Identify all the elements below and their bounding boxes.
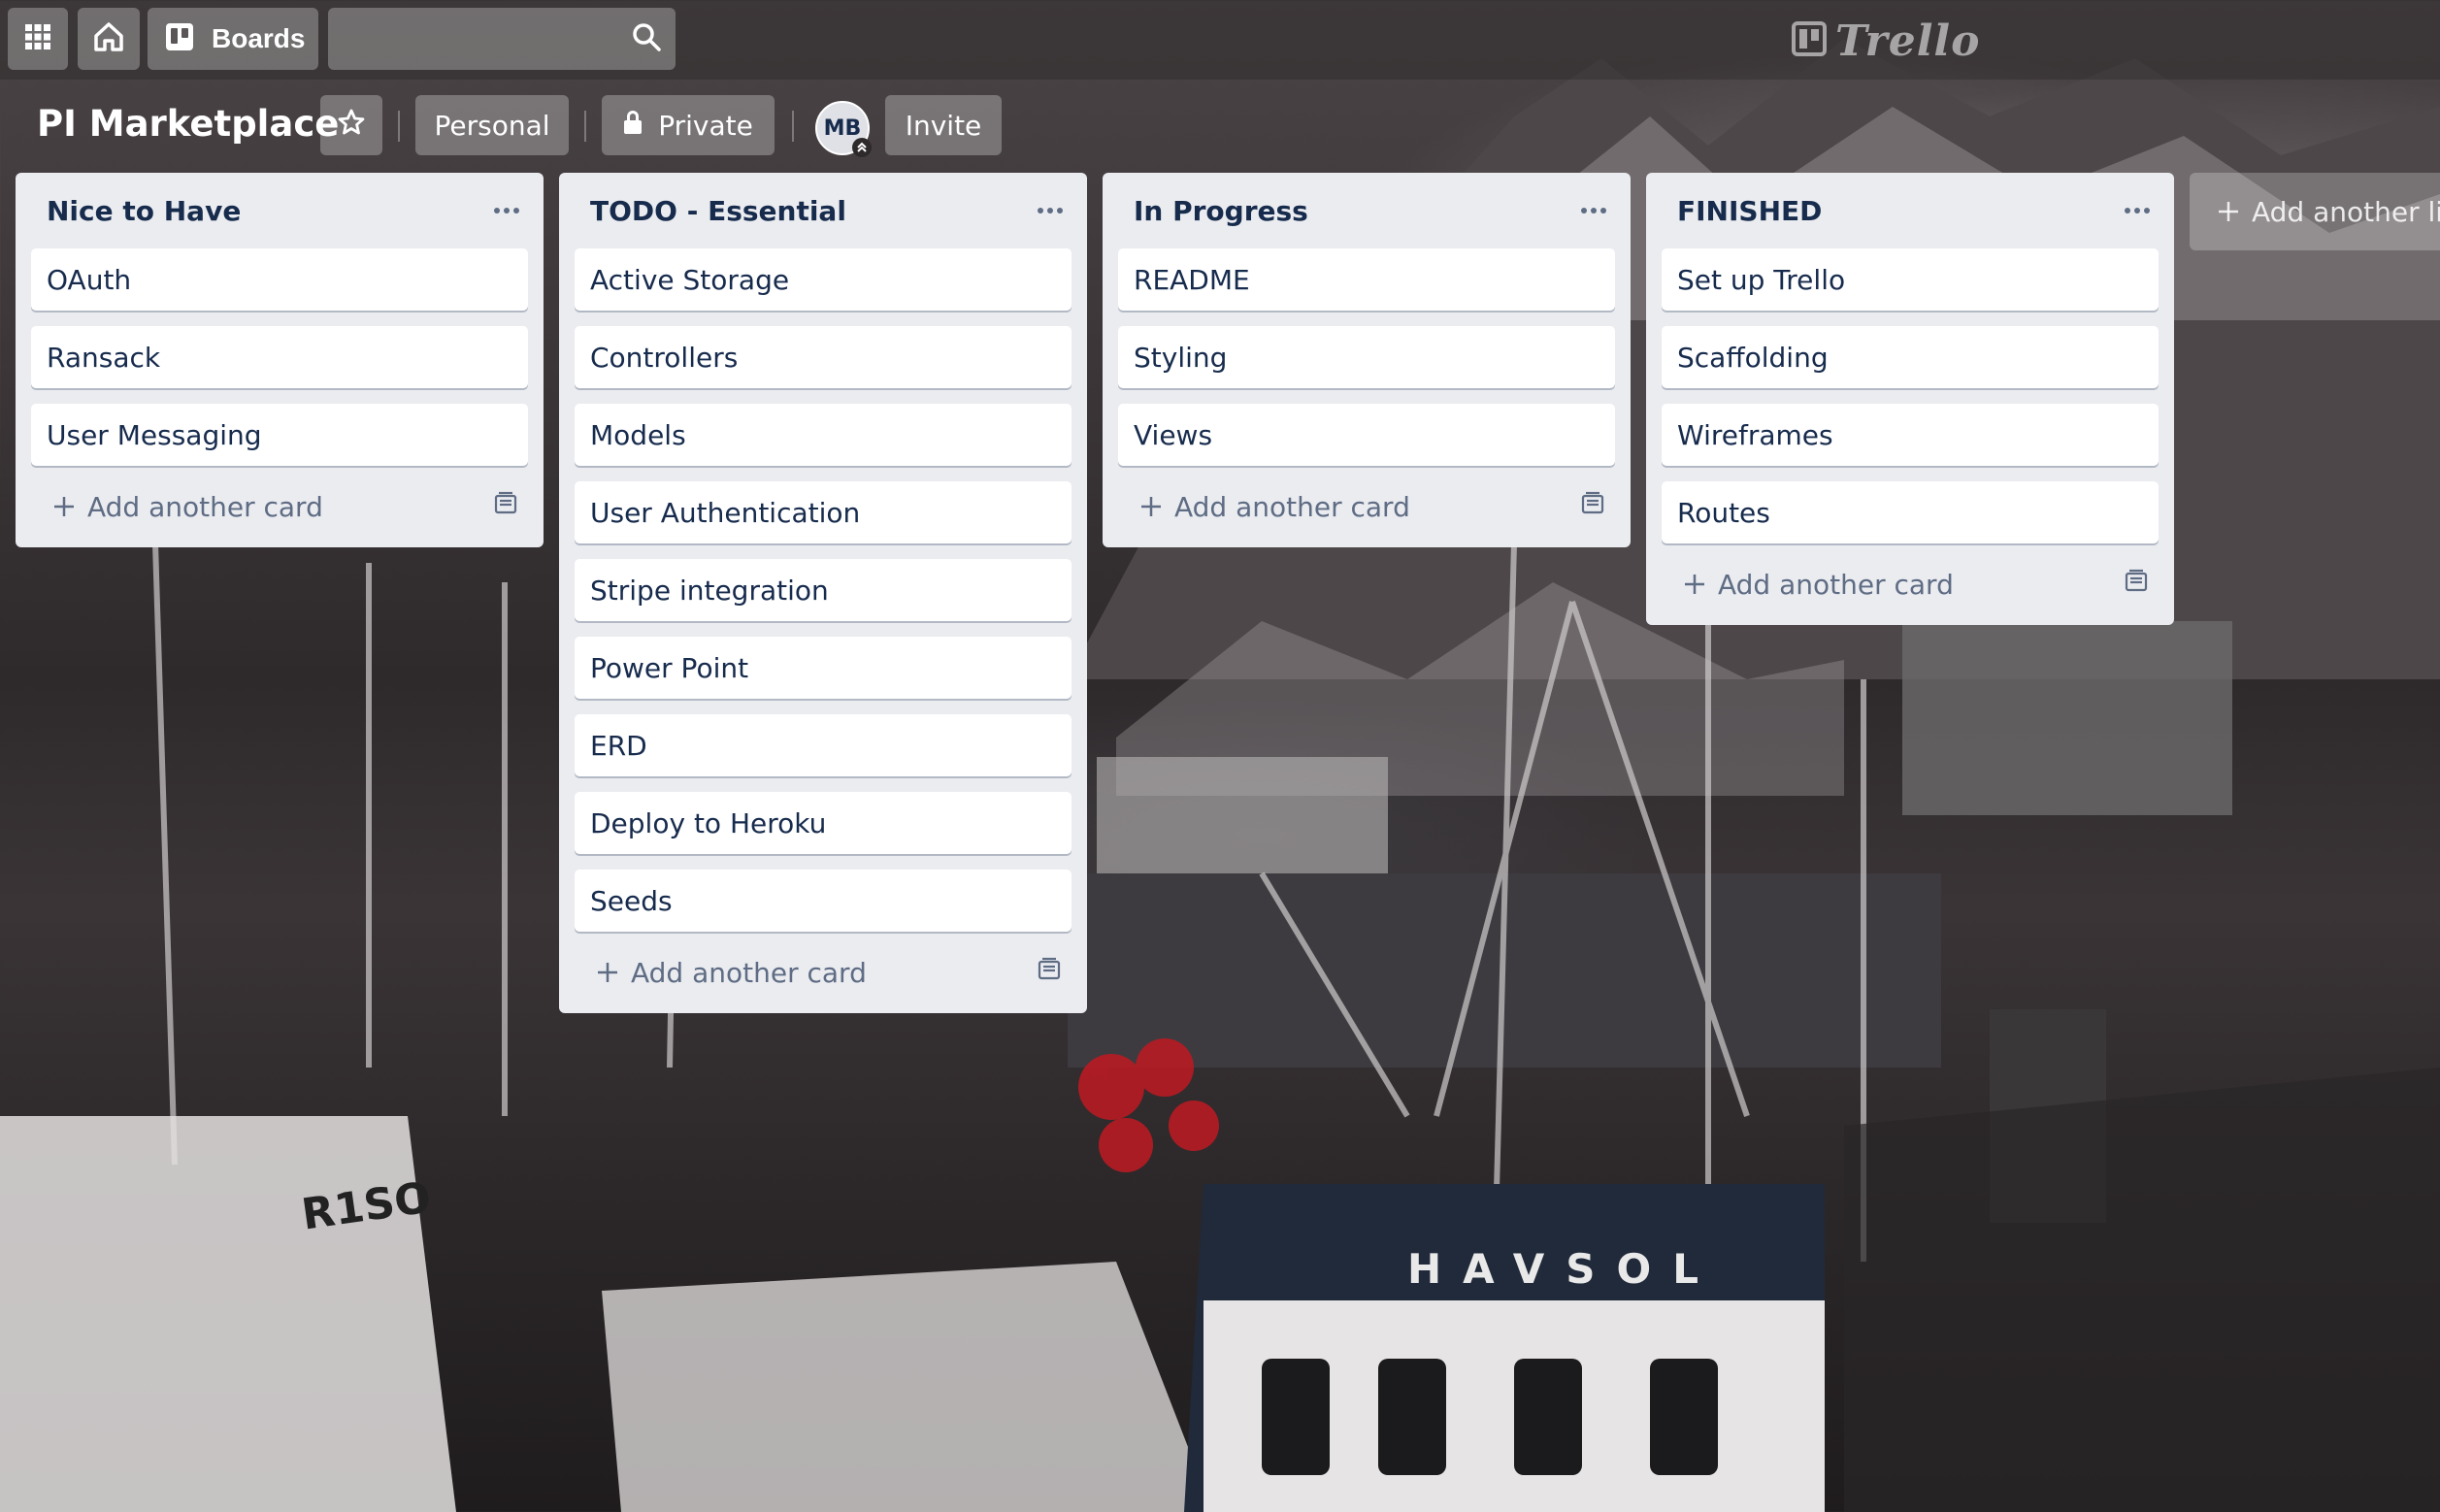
card[interactable]: Seeds xyxy=(575,870,1072,932)
card[interactable]: Stripe integration xyxy=(575,559,1072,621)
plus-icon xyxy=(2219,202,2238,221)
visibility-label: Private xyxy=(658,109,753,142)
card[interactable]: Power Point xyxy=(575,637,1072,699)
search-icon[interactable] xyxy=(631,21,662,57)
header-divider xyxy=(398,111,400,142)
list-header: Nice to Have xyxy=(31,173,528,248)
card[interactable]: User Messaging xyxy=(31,404,528,466)
lock-icon xyxy=(623,110,643,142)
list-menu-button[interactable] xyxy=(1029,189,1072,232)
card[interactable]: User Authentication xyxy=(575,481,1072,543)
boards-label: Boards xyxy=(212,23,306,53)
add-card-label: Add another card xyxy=(631,956,867,989)
trello-logo[interactable]: Trello xyxy=(1791,16,1981,66)
member-initials: MB xyxy=(823,115,862,141)
svg-text:HAVSOL: HAVSOL xyxy=(1407,1245,1720,1293)
card[interactable]: Wireframes xyxy=(1662,404,2159,466)
list-in-progress: In Progress README Styling Views Add ano… xyxy=(1103,173,1631,547)
plus-icon xyxy=(598,963,617,982)
list-title[interactable]: FINISHED xyxy=(1677,195,1822,227)
boards-icon xyxy=(165,22,194,56)
search-input[interactable] xyxy=(338,17,619,60)
plus-icon xyxy=(1141,497,1161,516)
trello-logo-icon xyxy=(1791,20,1828,62)
header-divider xyxy=(584,111,586,142)
card[interactable]: Views xyxy=(1118,404,1615,466)
list-todo-essential: TODO - Essential Active Storage Controll… xyxy=(559,173,1087,1013)
card[interactable]: Routes xyxy=(1662,481,2159,543)
add-card-button[interactable]: Add another card xyxy=(575,941,1072,1003)
more-horizontal-icon xyxy=(1038,208,1063,214)
home-button[interactable] xyxy=(78,8,140,70)
card[interactable]: Active Storage xyxy=(575,248,1072,311)
add-card-label: Add another card xyxy=(87,490,323,523)
admin-chevron-icon xyxy=(852,138,872,157)
list-title[interactable]: Nice to Have xyxy=(47,195,241,227)
plus-icon xyxy=(1685,575,1704,594)
apps-grid-icon xyxy=(23,22,52,56)
search-box[interactable] xyxy=(328,8,676,70)
add-card-button[interactable]: Add another card xyxy=(31,476,528,538)
apps-button[interactable] xyxy=(8,8,68,70)
star-board-button[interactable] xyxy=(320,95,382,155)
add-card-button[interactable]: Add another card xyxy=(1118,476,1615,538)
header-divider xyxy=(792,111,794,142)
more-horizontal-icon xyxy=(494,208,519,214)
card[interactable]: OAuth xyxy=(31,248,528,311)
card[interactable]: Set up Trello xyxy=(1662,248,2159,311)
card[interactable]: README xyxy=(1118,248,1615,311)
card[interactable]: Deploy to Heroku xyxy=(575,792,1072,854)
list-header: TODO - Essential xyxy=(575,173,1072,248)
star-icon xyxy=(337,108,366,144)
more-horizontal-icon xyxy=(1581,208,1606,214)
create-from-template-icon[interactable] xyxy=(1580,491,1605,523)
member-avatar[interactable]: MB xyxy=(815,101,872,157)
create-from-template-icon[interactable] xyxy=(493,491,518,523)
boards-button[interactable]: Boards xyxy=(148,8,318,70)
add-card-label: Add another card xyxy=(1718,568,1954,601)
invite-button[interactable]: Invite xyxy=(885,95,1002,155)
list-finished: FINISHED Set up Trello Scaffolding Wiref… xyxy=(1646,173,2174,625)
more-horizontal-icon xyxy=(2125,208,2150,214)
card[interactable]: Scaffolding xyxy=(1662,326,2159,388)
card[interactable]: Ransack xyxy=(31,326,528,388)
create-from-template-icon[interactable] xyxy=(1037,957,1062,989)
list-nice-to-have: Nice to Have OAuth Ransack User Messagin… xyxy=(16,173,544,547)
list-title[interactable]: TODO - Essential xyxy=(590,195,846,227)
plus-icon xyxy=(54,497,74,516)
team-button[interactable]: Personal xyxy=(415,95,569,155)
svg-text:R1SO: R1SO xyxy=(299,1173,434,1240)
list-menu-button[interactable] xyxy=(485,189,528,232)
trello-logo-text: Trello xyxy=(1835,16,1981,66)
card[interactable]: Styling xyxy=(1118,326,1615,388)
card[interactable]: ERD xyxy=(575,714,1072,776)
list-header: FINISHED xyxy=(1662,173,2159,248)
visibility-button[interactable]: Private xyxy=(602,95,775,155)
list-header: In Progress xyxy=(1118,173,1615,248)
add-card-button[interactable]: Add another card xyxy=(1662,553,2159,615)
card[interactable]: Models xyxy=(575,404,1072,466)
list-title[interactable]: In Progress xyxy=(1134,195,1308,227)
top-navigation-bar: Boards Trello xyxy=(0,0,2440,80)
add-list-label: Add another list xyxy=(2252,195,2440,228)
add-list-button[interactable]: Add another list xyxy=(2190,173,2440,250)
board-header: PI Marketplace Personal Private MB Invit… xyxy=(0,93,2440,159)
board-title[interactable]: PI Marketplace xyxy=(37,103,339,145)
add-card-label: Add another card xyxy=(1174,490,1410,523)
create-from-template-icon[interactable] xyxy=(2124,569,2149,601)
home-icon xyxy=(92,20,125,58)
list-menu-button[interactable] xyxy=(1572,189,1615,232)
list-menu-button[interactable] xyxy=(2116,189,2159,232)
card[interactable]: Controllers xyxy=(575,326,1072,388)
